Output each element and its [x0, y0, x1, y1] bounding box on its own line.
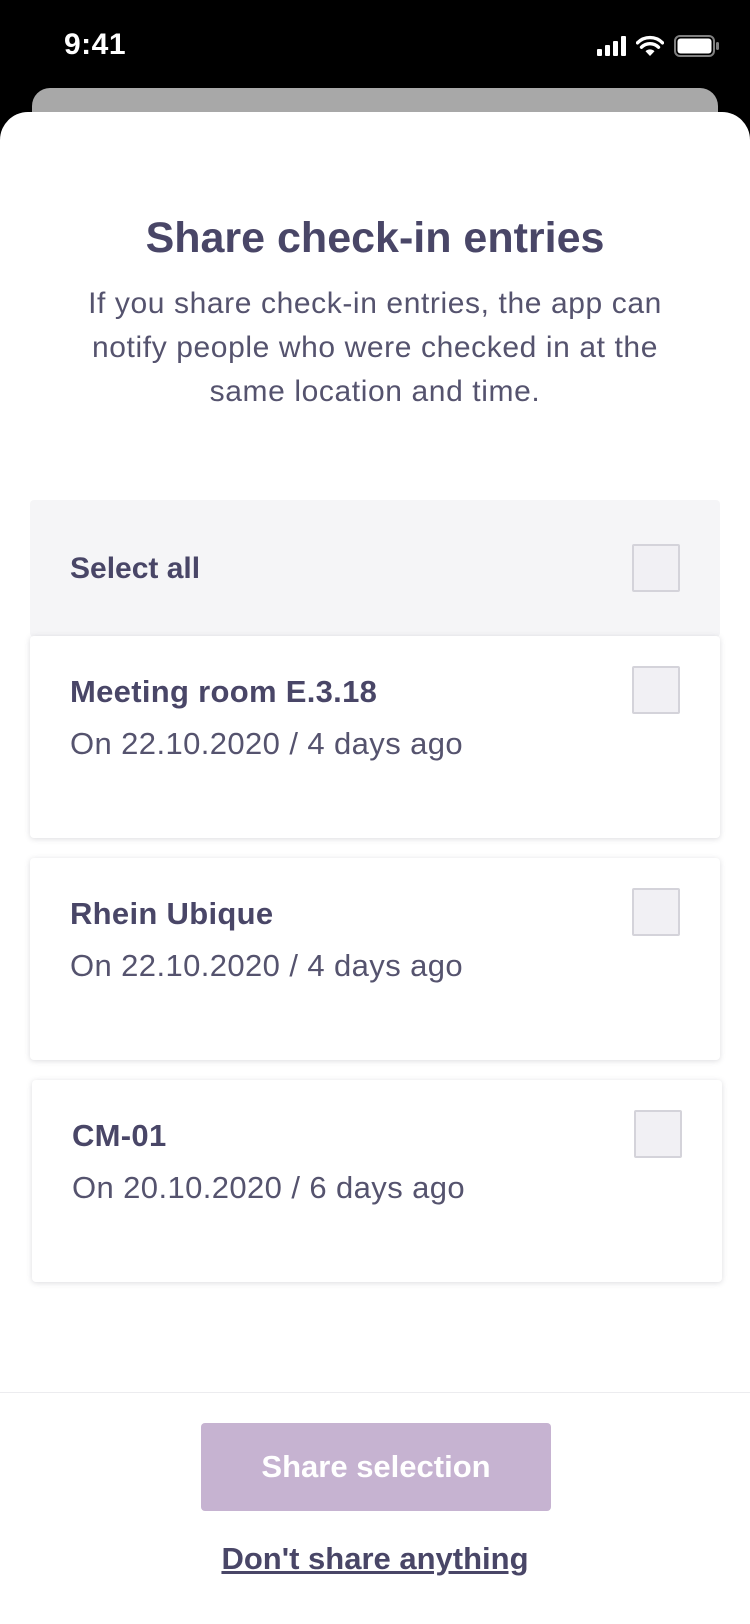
battery-icon: [674, 35, 719, 57]
sheet-description: If you share check-in entries, the app c…: [88, 287, 662, 408]
checkin-entry-card[interactable]: Meeting room E.3.18 On 22.10.2020 / 4 da…: [30, 636, 720, 838]
select-all-label: Select all: [70, 552, 201, 585]
entry-date: On 22.10.2020 / 4 days ago: [70, 726, 464, 761]
entry-checkbox[interactable]: [634, 1110, 682, 1158]
wifi-icon: [636, 35, 664, 56]
checkin-entry-card[interactable]: CM-01 On 20.10.2020 / 6 days ago: [32, 1080, 722, 1282]
sheet-footer: Share selection Don't share anything: [0, 1392, 750, 1624]
dont-share-link[interactable]: Don't share anything: [0, 1541, 750, 1577]
select-all-checkbox[interactable]: [632, 544, 680, 592]
share-selection-button[interactable]: Share selection: [201, 1423, 551, 1511]
entry-checkbox[interactable]: [632, 888, 680, 936]
entry-date: On 20.10.2020 / 6 days ago: [72, 1170, 466, 1205]
cellular-signal-icon: [597, 36, 626, 56]
checkin-entry-card[interactable]: Rhein Ubique On 22.10.2020 / 4 days ago: [30, 858, 720, 1060]
status-bar: 9:41: [0, 0, 750, 92]
entry-date: On 22.10.2020 / 4 days ago: [70, 948, 464, 983]
entry-location-name: Meeting room E.3.18: [70, 674, 378, 709]
status-time: 9:41: [64, 28, 127, 61]
select-all-row[interactable]: Select all: [30, 500, 720, 637]
share-sheet: Share check-in entries If you share chec…: [0, 112, 750, 1624]
entry-location-name: CM-01: [72, 1118, 167, 1153]
status-icons: [597, 32, 720, 60]
entry-location-name: Rhein Ubique: [70, 896, 274, 931]
sheet-title: Share check-in entries: [145, 214, 605, 262]
entry-checkbox[interactable]: [632, 666, 680, 714]
